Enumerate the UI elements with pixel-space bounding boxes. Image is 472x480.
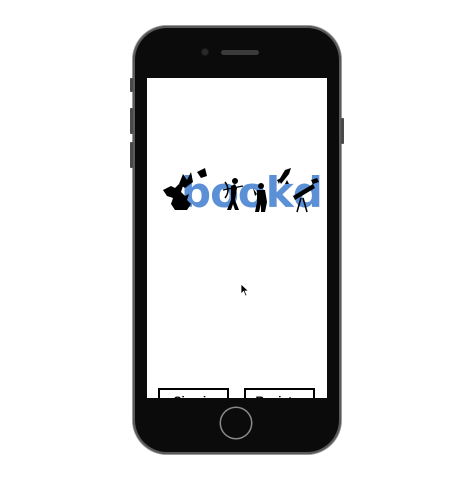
register-button[interactable]: Register xyxy=(244,388,315,398)
explorer-icon xyxy=(253,183,267,212)
rocket-icon xyxy=(277,168,291,184)
dragon-icon xyxy=(163,168,207,210)
telescope-icon xyxy=(293,178,319,213)
front-camera xyxy=(202,49,208,55)
logo-silhouettes xyxy=(163,168,319,213)
mute-switch xyxy=(130,78,133,92)
archer-icon xyxy=(222,178,244,210)
stage: bookd xyxy=(0,0,472,480)
mouse-cursor-icon xyxy=(240,283,250,302)
sign-in-button[interactable]: Sign in xyxy=(158,388,229,398)
phone-frame: bookd xyxy=(130,26,344,454)
app-logo: bookd xyxy=(161,166,323,216)
power-button xyxy=(341,118,344,144)
home-button[interactable] xyxy=(221,408,251,438)
volume-down-button xyxy=(130,142,133,168)
earpiece-speaker xyxy=(221,50,259,55)
volume-up-button xyxy=(130,108,133,134)
app-screen: bookd xyxy=(147,78,327,398)
